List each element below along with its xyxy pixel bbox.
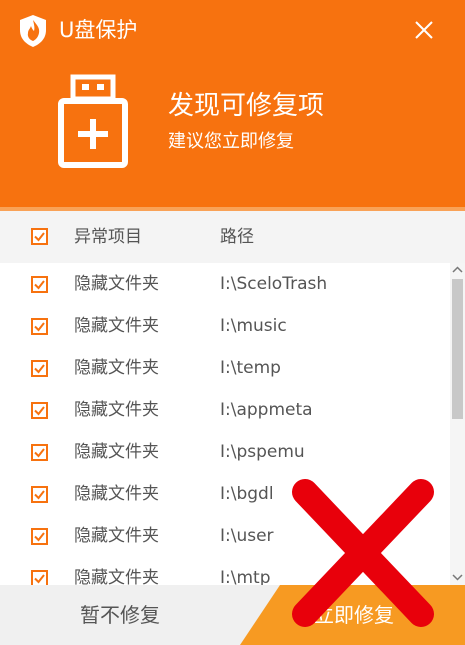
- row-checkbox[interactable]: [31, 318, 48, 335]
- table-row[interactable]: 隐藏文件夹 I:\temp: [0, 347, 450, 389]
- row-checkbox[interactable]: [31, 570, 48, 585]
- row-checkbox[interactable]: [31, 528, 48, 545]
- checkmark-icon: [34, 532, 45, 542]
- row-path: I:\bgdl: [220, 484, 274, 504]
- row-checkbox[interactable]: [31, 402, 48, 419]
- skip-repair-label: 暂不修复: [80, 603, 160, 627]
- checkmark-icon: [34, 364, 45, 374]
- scroll-down-arrow-icon[interactable]: [452, 573, 463, 581]
- column-header-path: 路径: [220, 227, 254, 247]
- row-path: I:\pspemu: [220, 442, 305, 462]
- row-type: 隐藏文件夹: [74, 274, 159, 294]
- row-type: 隐藏文件夹: [74, 358, 159, 378]
- close-icon[interactable]: [404, 14, 444, 48]
- row-type: 隐藏文件夹: [74, 568, 159, 585]
- checkmark-icon: [34, 490, 45, 500]
- table-row[interactable]: 隐藏文件夹 I:\SceloTrash: [0, 263, 450, 305]
- vertical-scrollbar[interactable]: [450, 263, 465, 585]
- checkmark-icon: [34, 280, 45, 290]
- scroll-up-arrow-icon[interactable]: [452, 266, 463, 274]
- row-type: 隐藏文件夹: [74, 316, 159, 336]
- checkmark-icon: [34, 406, 45, 416]
- row-path: I:\music: [220, 316, 287, 336]
- banner-heading: 发现可修复项: [168, 91, 325, 121]
- table-row[interactable]: 隐藏文件夹 I:\appmeta: [0, 389, 450, 431]
- row-type: 隐藏文件夹: [74, 484, 159, 504]
- row-type: 隐藏文件夹: [74, 442, 159, 462]
- table-row[interactable]: 隐藏文件夹 I:\pspemu: [0, 431, 450, 473]
- row-checkbox[interactable]: [31, 276, 48, 293]
- checkmark-icon: [34, 232, 45, 242]
- row-path: I:\mtp: [220, 568, 271, 585]
- skip-repair-button[interactable]: 暂不修复: [0, 585, 280, 645]
- checkmark-icon: [34, 322, 45, 332]
- row-path: I:\appmeta: [220, 400, 313, 420]
- red-x-cross-icon: [292, 479, 434, 627]
- select-all-checkbox[interactable]: [31, 228, 48, 245]
- row-type: 隐藏文件夹: [74, 526, 159, 546]
- usb-drive-plus-icon: [58, 74, 128, 168]
- row-checkbox[interactable]: [31, 486, 48, 503]
- banner-subheading: 建议您立即修复: [168, 131, 294, 152]
- checkmark-icon: [34, 448, 45, 458]
- row-checkbox[interactable]: [31, 444, 48, 461]
- scrollbar-thumb[interactable]: [452, 279, 463, 419]
- checkmark-icon: [34, 574, 45, 584]
- app-title: U盘保护: [59, 18, 138, 42]
- row-type: 隐藏文件夹: [74, 400, 159, 420]
- row-checkbox[interactable]: [31, 360, 48, 377]
- column-header-type: 异常项目: [74, 227, 142, 247]
- row-path: I:\SceloTrash: [220, 274, 328, 294]
- table-row[interactable]: 隐藏文件夹 I:\music: [0, 305, 450, 347]
- row-path: I:\user: [220, 526, 274, 546]
- table-header: 异常项目 路径: [0, 211, 465, 263]
- shield-flame-icon: [20, 15, 46, 47]
- row-path: I:\temp: [220, 358, 281, 378]
